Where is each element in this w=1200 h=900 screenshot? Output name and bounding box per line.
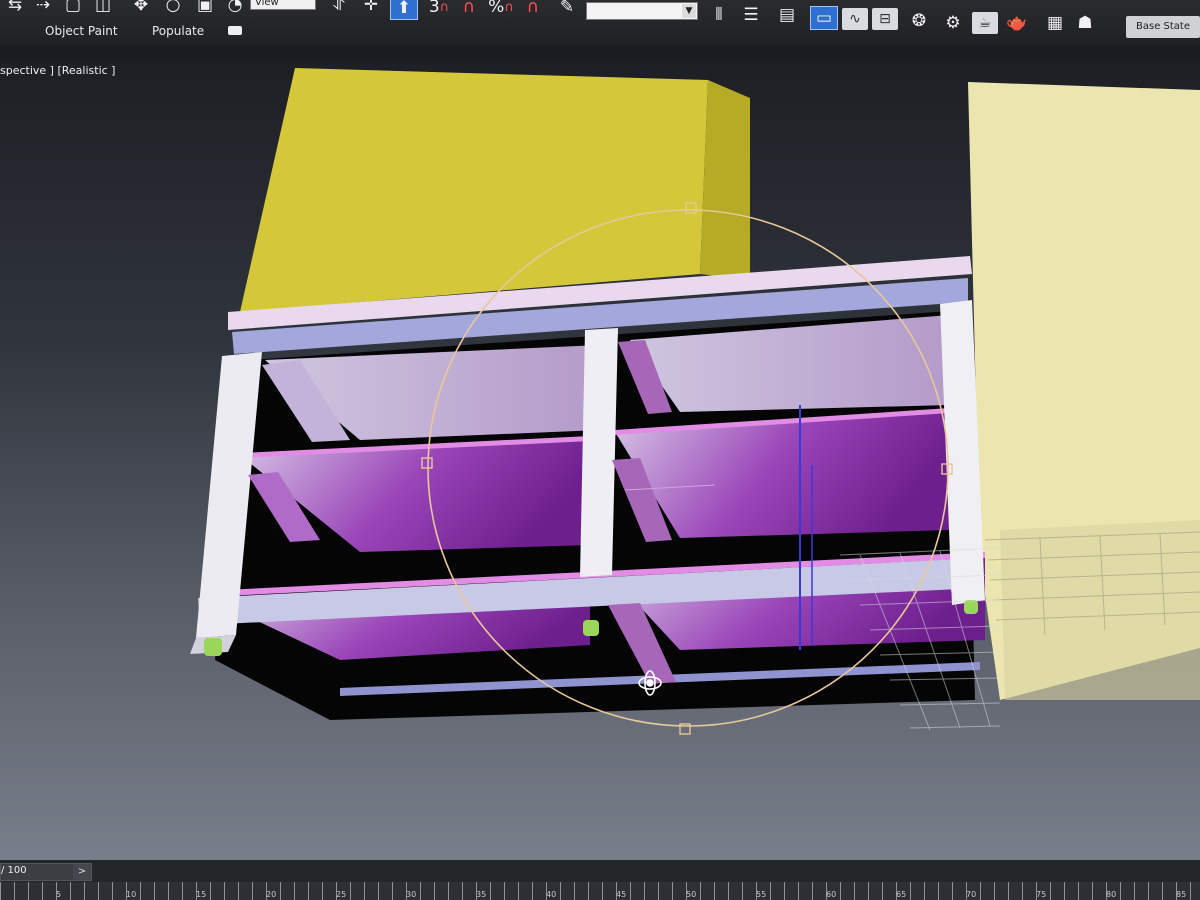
frame-readout: / 100: [1, 865, 27, 876]
ruler-tick-label: 65: [896, 890, 907, 899]
select-scale-icon[interactable]: ▣: [192, 0, 218, 16]
toggle-ribbon-icon[interactable]: ▭: [810, 6, 838, 30]
ruler-tick-label: 55: [756, 890, 767, 899]
window-crossing-icon[interactable]: ◫: [90, 0, 116, 16]
perspective-viewport[interactable]: spective ] [Realistic ]: [0, 60, 1200, 860]
ruler-tick-label: 60: [826, 890, 837, 899]
ruler-tick-labels: 5 10 15 20 25 30 35 40 45 50 55 60 65 70 75 80 85: [0, 890, 1200, 900]
edit-named-selection-icon[interactable]: ✎: [554, 0, 580, 18]
select-rotate-icon[interactable]: ○: [160, 0, 186, 16]
reference-coord-dropdown[interactable]: View: [250, 0, 316, 10]
reference-coord-icon[interactable]: ◔: [222, 0, 248, 16]
use-pivot-icon[interactable]: ⥯: [326, 0, 352, 16]
named-selection-set[interactable]: ▼: [586, 2, 698, 20]
keyboard-shortcut-icon[interactable]: ⬆: [390, 0, 418, 20]
ruler-tick-label: 30: [406, 890, 417, 899]
ruler-tick-label: 40: [546, 890, 557, 899]
select-region-icon[interactable]: ▢: [60, 0, 86, 16]
toggle-layer-explorer-icon[interactable]: ▤: [774, 4, 800, 26]
ribbon-minimize-icon[interactable]: [228, 26, 242, 35]
ribbon-tabs: Object Paint Populate: [0, 22, 400, 44]
ruler-tick-label: 15: [196, 890, 207, 899]
percent-snap-icon[interactable]: % ∩: [488, 0, 514, 18]
select-move-icon[interactable]: ✥: [128, 0, 154, 16]
ruler-tick-label: 35: [476, 890, 487, 899]
time-slider[interactable]: / 100 >: [0, 863, 92, 881]
percent-snap-label: %: [488, 0, 505, 17]
render-teapot-icon[interactable]: ▦: [1042, 12, 1068, 34]
move-gizmo-icon[interactable]: ✛: [358, 0, 384, 16]
scene-canvas: [190, 68, 1200, 735]
ruler-tick-label: 80: [1106, 890, 1117, 899]
ruler-tick-label: 10: [126, 890, 137, 899]
snaps-toggle-icon[interactable]: 3 ∩: [426, 0, 452, 18]
ruler-tick-label: 85: [1176, 890, 1187, 899]
cream-box[interactable]: [968, 82, 1200, 700]
select-link-icon[interactable]: ⇆: [2, 0, 28, 16]
ruler-tick-label: 5: [56, 890, 62, 899]
next-frame-button[interactable]: >: [73, 864, 91, 880]
tab-object-paint[interactable]: Object Paint: [45, 24, 118, 38]
angle-snap-icon[interactable]: ∩: [456, 0, 482, 18]
rendered-frame-icon[interactable]: ☕: [972, 12, 998, 34]
chevron-down-icon[interactable]: ▼: [682, 4, 696, 18]
scene-states-icon[interactable]: ☗: [1072, 12, 1098, 34]
bookcase[interactable]: [190, 256, 985, 720]
schematic-view-icon[interactable]: ⊟: [872, 8, 898, 30]
render-production-icon[interactable]: 🫖: [1004, 12, 1030, 34]
base-state-button[interactable]: Base State: [1126, 16, 1200, 38]
timeline-bar: / 100 > 5 10 15 20 25 30 35 40 45 50 55 60 65 70 75 80 8…: [0, 860, 1200, 900]
ruler-tick-label: 50: [686, 890, 697, 899]
ruler-tick-label: 75: [1036, 890, 1047, 899]
spinner-snap-icon[interactable]: ∩: [520, 0, 546, 18]
curve-editor-icon[interactable]: ∿: [842, 8, 868, 30]
ruler-tick-label: 70: [966, 890, 977, 899]
snaps-label: 3: [428, 0, 440, 17]
ruler-tick-label: 20: [266, 890, 277, 899]
mirror-icon[interactable]: ⫴: [706, 4, 732, 26]
select-object-icon[interactable]: ⇢: [30, 0, 56, 16]
material-editor-icon[interactable]: ❂: [906, 10, 932, 32]
align-icon[interactable]: ☰: [738, 4, 764, 26]
ruler-tick-label: 45: [616, 890, 627, 899]
tab-populate[interactable]: Populate: [152, 24, 204, 38]
yellow-box[interactable]: [240, 68, 750, 312]
ruler-tick-label: 25: [336, 890, 347, 899]
render-setup-icon[interactable]: ⚙: [940, 12, 966, 34]
